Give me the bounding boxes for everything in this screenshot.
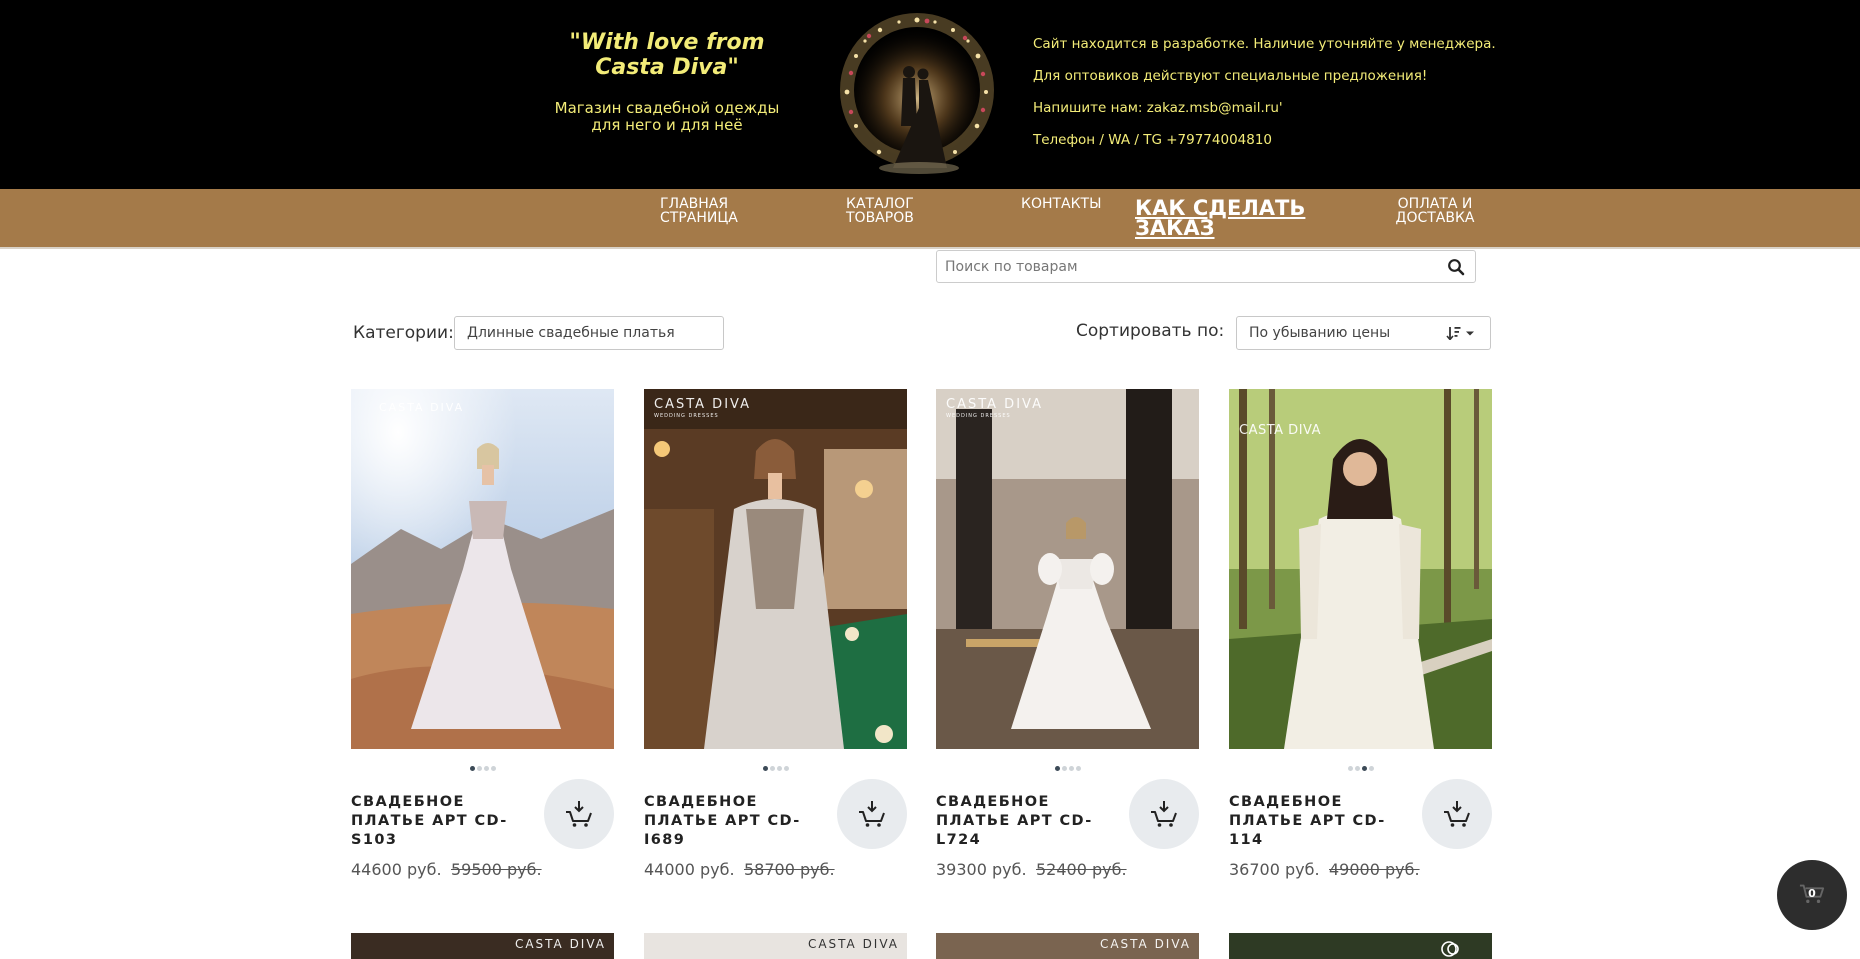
add-to-cart-button[interactable] — [837, 779, 907, 849]
product-photo[interactable]: CASTA DIVA WEDDING DRESSES — [644, 389, 907, 749]
product-old-price: 58700 руб. — [744, 860, 835, 879]
product-photo[interactable]: CASTA DIVA WEDDING DRESSES — [936, 389, 1199, 749]
carousel-dot[interactable] — [490, 766, 496, 771]
product-photo-next[interactable]: CASTA DIVA — [644, 933, 907, 959]
carousel-dot[interactable] — [1061, 766, 1067, 771]
product-title[interactable]: Свадебное платье арт CD-114 — [1229, 793, 1409, 850]
brand-watermark: CASTA DIVA — [1239, 423, 1321, 438]
floating-cart-button[interactable]: 0 — [1777, 860, 1847, 930]
product-old-price: 49000 руб. — [1329, 860, 1420, 879]
add-to-cart-button[interactable] — [544, 779, 614, 849]
add-to-cart-button[interactable] — [1422, 779, 1492, 849]
photo-carousel-dots[interactable] — [644, 756, 907, 771]
carousel-dot[interactable] — [469, 766, 475, 771]
brand-logo-icon — [1441, 941, 1459, 957]
sort-select[interactable]: По убыванию цены — [1236, 316, 1491, 350]
product-old-price: 59500 руб. — [451, 860, 542, 879]
carousel-dot[interactable] — [1054, 766, 1060, 771]
product-title[interactable]: Свадебное платье арт CD-S103 — [351, 793, 531, 850]
brand-watermark: CASTA DIVA WEDDING DRESSES — [654, 397, 751, 419]
notice-phone[interactable]: Телефон / WA / TG +79774004810 — [1033, 130, 1496, 162]
brand-watermark: CASTA DIVA — [379, 401, 465, 414]
carousel-dot[interactable] — [1361, 766, 1367, 771]
nav-contacts[interactable]: Контакты — [1021, 197, 1131, 211]
wedding-arch-logo[interactable] — [823, 8, 1011, 182]
brand-watermark: CASTA DIVA — [514, 937, 606, 951]
product-price: 44000 руб. — [644, 860, 735, 879]
cart-download-icon — [1444, 801, 1470, 827]
carousel-dot[interactable] — [776, 766, 782, 771]
carousel-dot[interactable] — [476, 766, 482, 771]
sort-descending-icon — [1446, 327, 1474, 340]
notice-email[interactable]: Напишите нам: zakaz.msb@mail.ru' — [1033, 98, 1496, 130]
search-input[interactable] — [945, 251, 1425, 282]
carousel-dot[interactable] — [1068, 766, 1074, 771]
cart-download-icon — [859, 801, 885, 827]
carousel-dot[interactable] — [483, 766, 489, 771]
product-photo-next[interactable]: CASTA DIVA — [351, 933, 614, 959]
carousel-dot[interactable] — [1354, 766, 1360, 771]
brand-watermark: CASTA DIVA — [1099, 937, 1191, 951]
slogan-subtitle: Магазин свадебной одежды для него и для … — [554, 99, 780, 134]
category-label: Категории: — [353, 323, 454, 343]
product-title[interactable]: Свадебное платье арт CD-I689 — [644, 793, 824, 850]
category-select[interactable]: Длинные свадебные платья — [454, 316, 724, 350]
nav-payment-delivery[interactable]: Оплата и доставка — [1385, 197, 1485, 225]
brand-watermark: CASTA DIVA — [807, 937, 899, 951]
carousel-dot[interactable] — [1075, 766, 1081, 771]
photo-carousel-dots[interactable] — [1229, 756, 1492, 771]
notice-wholesale: Для оптовиков действуют специальные пред… — [1033, 68, 1428, 84]
nav-home[interactable]: Главная страница — [660, 197, 780, 225]
product-price: 39300 руб. — [936, 860, 1027, 879]
product-old-price: 52400 руб. — [1036, 860, 1127, 879]
photo-carousel-dots[interactable] — [351, 756, 614, 771]
nav-catalog[interactable]: Каталог товаров — [846, 197, 966, 225]
search-icon[interactable] — [1447, 258, 1465, 276]
carousel-dot[interactable] — [1368, 766, 1374, 771]
product-price: 44600 руб. — [351, 860, 442, 879]
brand-watermark: CASTA DIVA WEDDING DRESSES — [946, 397, 1043, 419]
sort-label: Сортировать по: — [1076, 321, 1225, 341]
product-photo[interactable]: CASTA DIVA — [1229, 389, 1492, 749]
notice-development: Сайт находится в разработке. Наличие уто… — [1033, 36, 1496, 52]
carousel-dot[interactable] — [783, 766, 789, 771]
product-price: 36700 руб. — [1229, 860, 1320, 879]
carousel-dot[interactable] — [1347, 766, 1353, 771]
main-nav: Главная страница Каталог товаров Контакт… — [0, 189, 1860, 249]
sort-value: По убыванию цены — [1249, 325, 1391, 341]
cart-count-badge: 0 — [1808, 887, 1816, 900]
carousel-dot[interactable] — [762, 766, 768, 771]
carousel-dot[interactable] — [769, 766, 775, 771]
cart-download-icon — [566, 801, 592, 827]
product-photo-next[interactable]: CASTA DIVA — [936, 933, 1199, 959]
product-photo-next[interactable] — [1229, 933, 1492, 959]
header-notices: Сайт находится в разработке. Наличие уто… — [1033, 34, 1496, 162]
product-title[interactable]: Свадебное платье арт CD-L724 — [936, 793, 1116, 850]
site-header: "With love from Casta Diva" Магазин свад… — [0, 0, 1860, 189]
slogan: "With love from Casta Diva" Магазин свад… — [551, 30, 783, 134]
product-photo[interactable]: CASTA DIVA — [351, 389, 614, 749]
nav-how-to-order[interactable]: Как сделать заказ — [1135, 198, 1335, 239]
cart-download-icon — [1151, 801, 1177, 827]
chevron-down-icon — [1466, 331, 1474, 336]
photo-carousel-dots[interactable] — [936, 756, 1199, 771]
add-to-cart-button[interactable] — [1129, 779, 1199, 849]
search-box — [936, 250, 1476, 283]
slogan-title: "With love from Casta Diva" — [569, 30, 765, 80]
